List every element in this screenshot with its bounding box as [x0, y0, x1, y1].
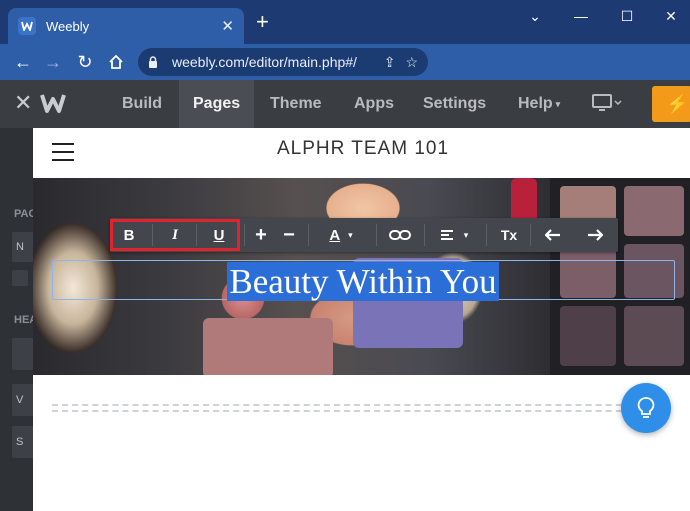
chevron-down-icon: ▾ [463, 229, 469, 240]
lipstick-decoration [511, 178, 537, 218]
reload-icon[interactable]: ↻ [70, 47, 100, 77]
align-left-icon [440, 230, 453, 240]
page-list-item[interactable]: N [12, 232, 34, 262]
site-title[interactable]: ALPHR TEAM 101 [33, 138, 690, 160]
maximize-icon[interactable]: ☐ [612, 6, 642, 26]
nav-build[interactable]: Build [122, 80, 162, 128]
toolbar-divider [530, 224, 531, 246]
minimize-icon[interactable]: — [566, 6, 596, 26]
bookmark-star-icon[interactable]: ☆ [405, 54, 418, 71]
page-checkbox[interactable] [12, 270, 28, 286]
redo-icon[interactable] [578, 218, 612, 252]
exit-editor-icon[interactable]: ✕ [14, 92, 32, 114]
nav-help[interactable]: Help ▾ [518, 80, 560, 128]
weebly-favicon-icon [18, 17, 36, 35]
blush-decoration [203, 318, 333, 375]
lightning-icon: ⚡ [666, 93, 689, 114]
toolbar-divider [376, 224, 377, 246]
link-icon[interactable] [382, 218, 418, 252]
toolbar-divider [308, 224, 309, 246]
clear-format-button[interactable]: Tx [492, 218, 526, 252]
editor-header: ✕ Build Pages Theme Apps Settings Help ▾ [0, 80, 690, 128]
nav-help-label: Help [518, 95, 553, 112]
header-option-2[interactable]: V [12, 384, 34, 416]
lock-icon [148, 56, 164, 68]
decrease-font-button[interactable]: − [276, 218, 302, 252]
hero-heading[interactable]: Beauty Within You [33, 262, 690, 302]
url-input[interactable]: weebly.com/editor/main.php#/ ⇪ ☆ [138, 48, 428, 76]
lightbulb-icon [637, 397, 655, 418]
left-panel: PAG N HEA V S [0, 128, 37, 511]
toolbar-divider [486, 224, 487, 246]
toolbar-divider [244, 224, 245, 246]
nav-settings[interactable]: Settings [423, 80, 486, 128]
header-option-3[interactable]: S [12, 426, 34, 458]
tab-close-icon[interactable]: ✕ [221, 17, 234, 35]
new-tab-icon[interactable]: + [256, 11, 269, 33]
url-text: weebly.com/editor/main.php#/ [172, 54, 357, 70]
align-dropdown[interactable]: ▾ [430, 218, 478, 252]
bold-italic-underline-highlight [110, 219, 240, 251]
undo-icon[interactable] [536, 218, 570, 252]
address-bar: ← → ↻ weebly.com/editor/main.php#/ ⇪ ☆ ▣… [0, 44, 690, 115]
weebly-logo-icon [40, 92, 68, 116]
close-window-icon[interactable]: ✕ [656, 6, 686, 26]
home-icon[interactable] [101, 47, 131, 77]
forward-icon[interactable]: → [38, 47, 68, 77]
nav-pages[interactable]: Pages [179, 80, 255, 128]
browser-tabbar: Weebly ✕ + ⌄ — ☐ ✕ [0, 0, 690, 44]
help-lightbulb-button[interactable] [621, 383, 671, 433]
chevron-down-icon: ▾ [555, 98, 561, 109]
nav-apps[interactable]: Apps [354, 80, 394, 128]
increase-font-button[interactable]: + [248, 218, 274, 252]
tab-title: Weebly [46, 18, 90, 34]
nav-theme[interactable]: Theme [270, 80, 322, 128]
text-color-button[interactable]: A ▾ [316, 218, 366, 252]
header-option-1[interactable] [12, 338, 34, 370]
share-icon[interactable]: ⇪ [384, 54, 396, 71]
chevron-down-icon: ▾ [348, 229, 353, 240]
device-preview-icon[interactable] [592, 94, 622, 117]
toolbar-divider [424, 224, 425, 246]
back-icon[interactable]: ← [8, 47, 38, 77]
text-color-label: A [329, 226, 341, 244]
empty-section-drop-zone[interactable] [52, 404, 652, 412]
publish-button[interactable]: ⚡ [652, 86, 690, 122]
selected-heading-text[interactable]: Beauty Within You [227, 262, 499, 301]
tab-search-icon[interactable]: ⌄ [520, 6, 550, 26]
browser-tab[interactable]: Weebly ✕ [8, 8, 244, 44]
